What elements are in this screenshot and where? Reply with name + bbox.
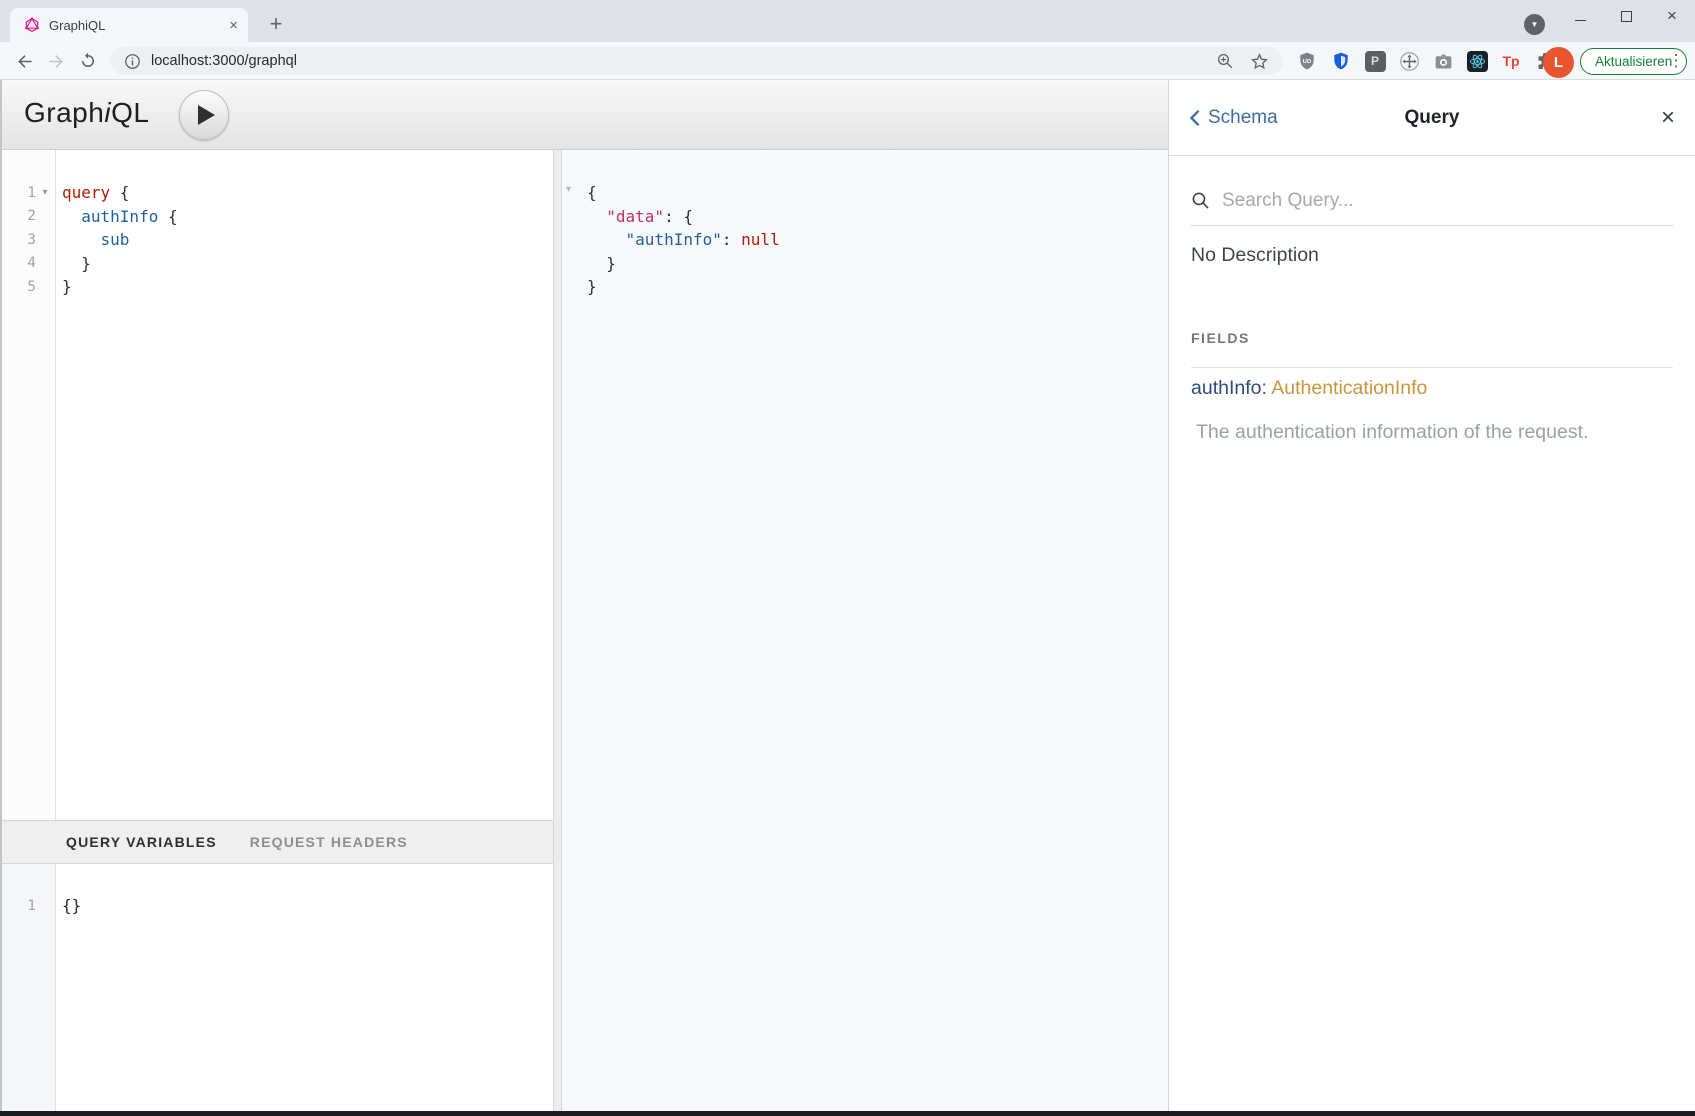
window-controls: × (1557, 0, 1695, 32)
screenshot-camera-icon[interactable] (1432, 50, 1454, 72)
taskbar-edge (0, 1111, 1695, 1116)
play-icon (198, 105, 215, 125)
execute-query-button[interactable] (179, 90, 229, 140)
minimize-button[interactable] (1557, 0, 1603, 32)
doc-explorer-panel: Schema Query × No Description FIELDS aut… (1168, 80, 1695, 1111)
fields-heading: FIELDS (1191, 330, 1673, 346)
field-row: authInfo: AuthenticationInfo (1191, 377, 1673, 400)
line-number: 2 (0, 208, 36, 224)
variables-editor[interactable]: 1 {} (0, 864, 553, 1111)
zoom-icon[interactable] (1216, 52, 1234, 70)
docs-search-input[interactable] (1222, 190, 1673, 212)
line-number: 1 (0, 185, 36, 201)
field-type-link[interactable]: AuthenticationInfo (1271, 377, 1427, 399)
svg-text:UD: UD (1303, 59, 1311, 65)
editor-gutter: 1▾ 2 3 4 5 (0, 150, 56, 820)
graphiql-logo: GraphiQL (24, 97, 149, 129)
back-icon[interactable] (12, 49, 36, 73)
field-description: The authentication information of the re… (1196, 421, 1673, 444)
tab-request-headers[interactable]: REQUEST HEADERS (250, 834, 408, 850)
forward-icon[interactable] (44, 49, 68, 73)
profile-avatar[interactable]: L (1543, 47, 1574, 78)
line-number: 3 (0, 232, 36, 248)
field-name-link[interactable]: authInfo (1191, 377, 1261, 399)
variables-gutter: 1 (0, 864, 56, 1111)
fields-divider (1191, 367, 1673, 368)
fold-arrow-icon[interactable]: ▾ (566, 184, 571, 195)
docs-close-icon[interactable]: × (1525, 108, 1675, 128)
tab-strip: GraphiQL × + ▼ × (0, 0, 1695, 42)
browser-tab[interactable]: GraphiQL × (10, 8, 248, 42)
browser-window: GraphiQL × + ▼ × localhost:3000/graphql (0, 0, 1695, 1116)
tab-query-variables[interactable]: QUERY VARIABLES (66, 834, 217, 850)
docs-search-row (1191, 156, 1673, 226)
window-close-button[interactable]: × (1649, 0, 1695, 32)
browser-toolbar: localhost:3000/graphql UD P (0, 42, 1695, 80)
bitwarden-shield-icon[interactable] (1330, 50, 1352, 72)
tampermonkey-tp-icon[interactable]: Tp (1500, 50, 1522, 72)
chevron-left-icon (1189, 109, 1201, 127)
line-number: 5 (0, 279, 36, 295)
variables-title-bar: QUERY VARIABLES REQUEST HEADERS (0, 820, 553, 864)
browser-update-badge-icon[interactable]: ▼ (1524, 14, 1545, 35)
reload-icon[interactable] (76, 49, 100, 73)
query-code[interactable]: query { authInfo { sub } } (62, 181, 178, 299)
graphiql-topbar: GraphiQL Prettify Merge Copy History Sha… (0, 80, 1168, 150)
fold-arrow-icon[interactable]: ▾ (36, 187, 54, 198)
pane-resize-handle[interactable] (553, 150, 562, 1111)
new-tab-button[interactable]: + (262, 10, 290, 38)
browser-menu-icon[interactable]: ⋮ (1666, 48, 1686, 74)
p-extension-icon[interactable]: P (1364, 50, 1386, 72)
result-pane: ▾ { "data": { "authInfo": null } } (562, 150, 1168, 1111)
docs-back-link[interactable]: Schema (1189, 107, 1339, 129)
search-icon (1191, 191, 1210, 210)
docs-title: Query (1339, 107, 1525, 129)
ublock-shield-icon[interactable]: UD (1296, 50, 1318, 72)
page-info-icon[interactable] (124, 53, 141, 70)
query-editor-pane[interactable]: 1▾ 2 3 4 5 query { authInfo { sub } } QU… (0, 150, 553, 1111)
graphql-logo-icon (24, 17, 40, 33)
docs-body: No Description FIELDS authInfo: Authenti… (1169, 244, 1695, 444)
url-text[interactable]: localhost:3000/graphql (151, 53, 1200, 69)
type-description: No Description (1191, 244, 1673, 267)
line-number: 4 (0, 255, 36, 271)
react-devtools-icon[interactable] (1466, 50, 1488, 72)
tab-title: GraphiQL (49, 18, 229, 33)
line-number: 1 (0, 898, 36, 914)
url-bar[interactable]: localhost:3000/graphql (110, 47, 1283, 75)
window-left-edge (0, 80, 2, 1111)
variables-code[interactable]: {} (62, 894, 81, 918)
result-json: { "data": { "authInfo": null } } (587, 181, 780, 299)
move-tool-icon[interactable] (1398, 50, 1420, 72)
maximize-button[interactable] (1603, 0, 1649, 32)
tab-close-icon[interactable]: × (229, 18, 238, 33)
bookmark-star-icon[interactable] (1250, 52, 1269, 71)
doc-explorer-header: Schema Query × (1169, 80, 1695, 156)
